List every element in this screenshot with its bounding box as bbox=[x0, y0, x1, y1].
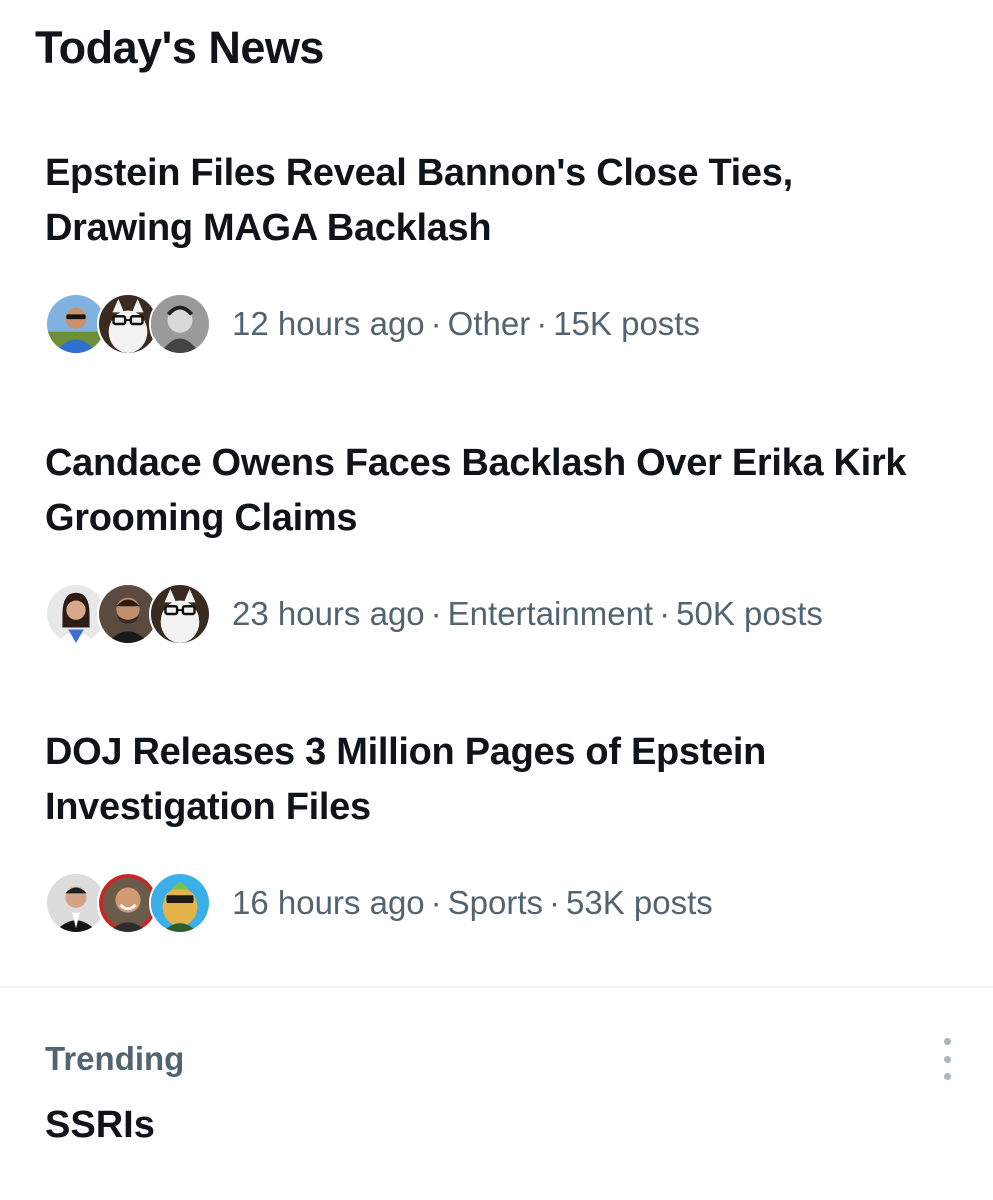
news-meta: 12 hours ago · Other · 15K posts bbox=[45, 293, 945, 355]
news-headline[interactable]: DOJ Releases 3 Million Pages of Epstein … bbox=[45, 725, 945, 835]
news-category: Sports bbox=[447, 884, 544, 921]
news-meta-text: 16 hours ago · Sports · 53K posts bbox=[232, 883, 713, 923]
news-time: 23 hours ago bbox=[232, 595, 425, 632]
more-dot bbox=[943, 1038, 951, 1045]
news-category: Other bbox=[447, 305, 531, 342]
separator-dot: · bbox=[659, 595, 671, 632]
trending-label: Trending bbox=[45, 1040, 185, 1077]
avatar-stack bbox=[45, 872, 211, 934]
news-item[interactable]: Candace Owens Faces Backlash Over Erika … bbox=[45, 436, 945, 645]
news-time: 12 hours ago bbox=[232, 305, 425, 342]
trending-topic[interactable]: SSRIs bbox=[45, 1100, 155, 1150]
news-time: 16 hours ago bbox=[232, 884, 425, 921]
avatar bbox=[149, 872, 211, 934]
more-dot bbox=[943, 1073, 951, 1080]
separator-dot: · bbox=[430, 595, 442, 632]
separator-dot: · bbox=[430, 305, 442, 342]
section-divider bbox=[0, 986, 993, 988]
news-item[interactable]: Epstein Files Reveal Bannon's Close Ties… bbox=[45, 146, 945, 355]
news-meta-text: 23 hours ago · Entertainment · 50K posts bbox=[232, 594, 823, 634]
news-headline[interactable]: Candace Owens Faces Backlash Over Erika … bbox=[45, 436, 945, 546]
avatar bbox=[149, 583, 211, 645]
more-dot bbox=[943, 1055, 951, 1063]
avatar bbox=[149, 293, 211, 355]
news-item[interactable]: DOJ Releases 3 Million Pages of Epstein … bbox=[45, 725, 945, 934]
news-post-count: 50K posts bbox=[676, 595, 823, 632]
news-meta: 16 hours ago · Sports · 53K posts bbox=[45, 872, 945, 934]
news-meta: 23 hours ago · Entertainment · 50K posts bbox=[45, 583, 945, 645]
separator-dot: · bbox=[549, 884, 561, 921]
news-headline[interactable]: Epstein Files Reveal Bannon's Close Ties… bbox=[45, 146, 945, 256]
section-title: Today's News bbox=[35, 22, 324, 73]
news-post-count: 53K posts bbox=[566, 884, 713, 921]
separator-dot: · bbox=[430, 884, 442, 921]
news-meta-text: 12 hours ago · Other · 15K posts bbox=[232, 304, 700, 344]
trending-item[interactable]: Trending SSRIs bbox=[45, 1030, 955, 1160]
more-vertical-icon[interactable] bbox=[939, 1038, 955, 1080]
avatar-stack bbox=[45, 583, 211, 645]
separator-dot: · bbox=[536, 305, 548, 342]
avatar-stack bbox=[45, 293, 211, 355]
news-category: Entertainment bbox=[447, 595, 654, 632]
news-post-count: 15K posts bbox=[553, 305, 700, 342]
